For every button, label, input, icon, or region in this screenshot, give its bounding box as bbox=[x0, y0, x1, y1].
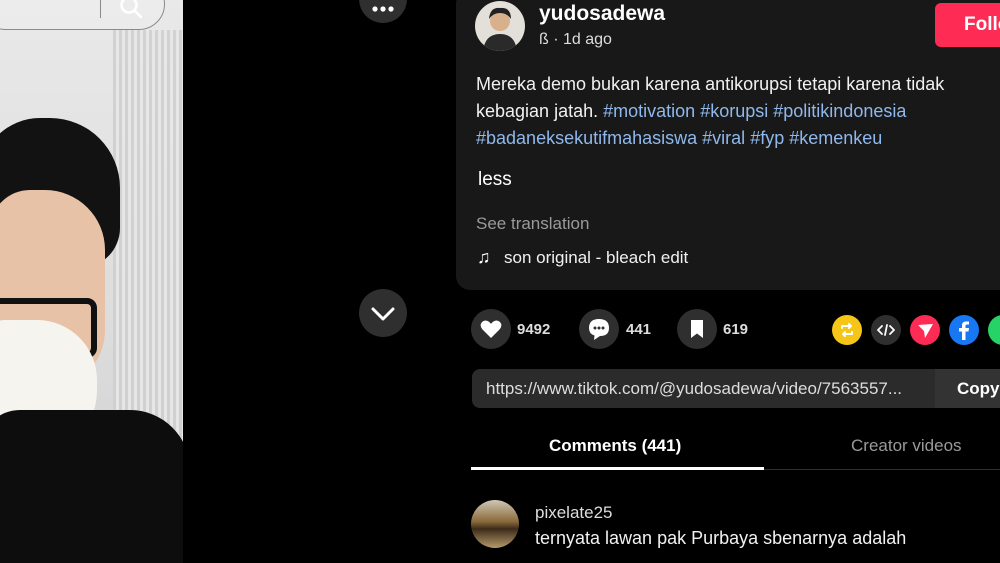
more-options-button[interactable] bbox=[359, 0, 407, 23]
repost-icon[interactable] bbox=[832, 315, 862, 345]
heart-icon bbox=[480, 320, 502, 338]
save-count: 619 bbox=[723, 321, 749, 338]
video-link-field[interactable]: https://www.tiktok.com/@yudosadewa/video… bbox=[472, 369, 935, 408]
search-divider bbox=[100, 0, 101, 18]
less-toggle[interactable]: less bbox=[478, 169, 512, 191]
tab-creator-videos[interactable]: Creator videos bbox=[851, 436, 962, 456]
copy-link-button[interactable]: Copy bbox=[935, 369, 1000, 408]
active-tab-indicator bbox=[471, 467, 764, 470]
video-description: Mereka demo bukan karena antikorupsi tet… bbox=[476, 71, 1000, 152]
like-button[interactable] bbox=[471, 309, 511, 349]
see-translation-link[interactable]: See translation bbox=[476, 214, 589, 234]
whatsapp-icon[interactable] bbox=[988, 315, 1000, 345]
author-username[interactable]: yudosadewa bbox=[539, 2, 665, 26]
tab-comments[interactable]: Comments (441) bbox=[549, 436, 681, 456]
comment-count: 441 bbox=[626, 321, 652, 338]
comment-text: ternyata lawan pak Purbaya sbenarnya ada… bbox=[535, 528, 907, 548]
next-video-button[interactable] bbox=[359, 289, 407, 337]
hashtag[interactable]: #fyp bbox=[750, 128, 784, 148]
bookmark-icon bbox=[691, 320, 703, 338]
hashtag[interactable]: #politikindonesia bbox=[773, 101, 906, 121]
more-horizontal-icon bbox=[372, 6, 394, 12]
like-count: 9492 bbox=[517, 321, 551, 338]
hashtag[interactable]: #viral bbox=[702, 128, 745, 148]
commenter-avatar[interactable] bbox=[471, 500, 519, 548]
chevron-down-icon bbox=[371, 307, 395, 321]
video-player[interactable] bbox=[0, 0, 183, 563]
send-to-friends-icon[interactable] bbox=[910, 315, 940, 345]
music-note-icon: ♫ bbox=[477, 247, 491, 267]
author-avatar[interactable] bbox=[475, 1, 525, 51]
embed-code-icon[interactable] bbox=[871, 315, 901, 345]
music-title[interactable]: son original - bleach edit bbox=[504, 248, 688, 268]
save-button[interactable] bbox=[677, 309, 717, 349]
hashtag[interactable]: #badaneksekutifmahasiswa bbox=[476, 128, 697, 148]
comment-button[interactable] bbox=[579, 309, 619, 349]
video-person-hoodie bbox=[0, 410, 183, 563]
facebook-icon[interactable] bbox=[949, 315, 979, 345]
search-icon[interactable] bbox=[118, 0, 144, 25]
post-meta: ß · 1d ago bbox=[539, 31, 612, 48]
hashtag[interactable]: #motivation bbox=[603, 101, 695, 121]
hashtag[interactable]: #kemenkeu bbox=[789, 128, 882, 148]
follow-button[interactable]: Follo bbox=[935, 3, 1000, 47]
commenter-username[interactable]: pixelate25 bbox=[535, 503, 613, 523]
hashtag[interactable]: #korupsi bbox=[700, 101, 768, 121]
comment-icon bbox=[589, 319, 609, 340]
